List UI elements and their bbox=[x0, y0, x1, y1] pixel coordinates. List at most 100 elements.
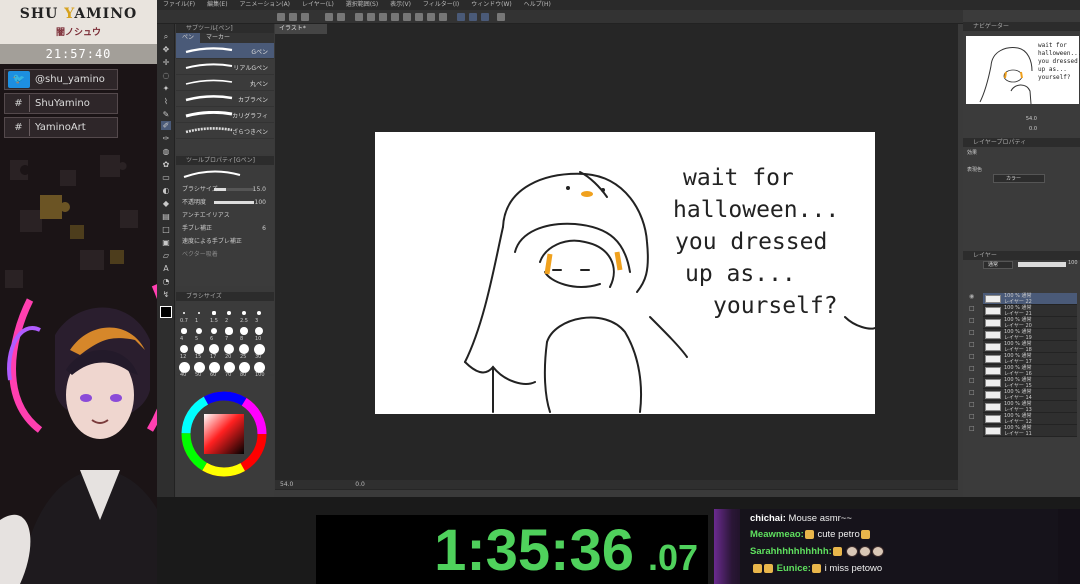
brush-size-dot[interactable] bbox=[256, 310, 262, 316]
ruler-tool-icon[interactable]: ▱ bbox=[161, 251, 171, 260]
snap-ruler-icon[interactable] bbox=[457, 13, 465, 21]
layer-visibility-icon[interactable]: □ bbox=[969, 425, 977, 437]
layer-row[interactable]: 100 % 通常 レイヤー 13 bbox=[983, 401, 1077, 413]
frame-tool-icon[interactable]: ▣ bbox=[161, 238, 171, 247]
layer-visibility-icon[interactable]: □ bbox=[969, 377, 977, 389]
hand-tool-icon[interactable]: ✥ bbox=[161, 45, 171, 54]
layer-visibility-icon[interactable]: □ bbox=[969, 341, 977, 353]
save-icon[interactable] bbox=[301, 13, 309, 21]
brush-size-dot[interactable] bbox=[223, 361, 235, 373]
blend-mode-select[interactable]: 通常 bbox=[983, 261, 1013, 269]
rotation-readout[interactable]: 0.0 bbox=[355, 481, 365, 488]
layer-row[interactable]: 100 % 通常 レイヤー 14 bbox=[983, 389, 1077, 401]
layer-visibility-icon[interactable]: □ bbox=[969, 413, 977, 425]
layer-visibility-icon[interactable]: □ bbox=[969, 353, 977, 365]
brush-size-dot[interactable] bbox=[209, 344, 219, 354]
settings-icon[interactable] bbox=[497, 13, 505, 21]
brush-size-dot[interactable] bbox=[178, 361, 190, 373]
brush-size-dot[interactable] bbox=[223, 343, 235, 355]
layer-visibility-icon[interactable]: □ bbox=[969, 329, 977, 341]
correct-line-tool-icon[interactable]: ↯ bbox=[161, 290, 171, 299]
layer-visibility-icon[interactable]: □ bbox=[969, 401, 977, 413]
vector-snap-row[interactable]: ベクター吸着 bbox=[176, 248, 274, 261]
layer-row[interactable]: 100 % 通常 レイヤー 11 bbox=[983, 425, 1077, 437]
brush-item[interactable]: カブラペン bbox=[176, 91, 274, 107]
antialias-row[interactable]: アンチエイリアス bbox=[176, 209, 274, 222]
crop-icon[interactable] bbox=[403, 13, 411, 21]
brush-size-dot[interactable] bbox=[181, 328, 187, 334]
layer-row[interactable]: 100 % 通常 レイヤー 16 bbox=[983, 365, 1077, 377]
snap-grid-icon[interactable] bbox=[469, 13, 477, 21]
brush-size-dot[interactable] bbox=[197, 311, 201, 315]
pen-tool-icon[interactable]: ✎ bbox=[161, 110, 171, 119]
nav-rotation-readout[interactable]: 0.0 bbox=[1029, 126, 1037, 132]
eraser-tool-icon[interactable]: ▭ bbox=[161, 173, 171, 182]
brush-size-dot[interactable] bbox=[240, 327, 248, 335]
clear-icon[interactable] bbox=[355, 13, 363, 21]
brush-size-dot[interactable] bbox=[196, 328, 202, 334]
layer-row[interactable]: 100 % 通常 レイヤー 19 bbox=[983, 329, 1077, 341]
stabilization-row[interactable]: 手ブレ補正 6 bbox=[176, 222, 274, 235]
brush-item[interactable]: Gペン bbox=[176, 43, 274, 59]
main-color-swatch[interactable] bbox=[160, 306, 172, 318]
wand-tool-icon[interactable]: ✦ bbox=[161, 84, 171, 93]
invert-icon[interactable] bbox=[415, 13, 423, 21]
brush-size-slider[interactable] bbox=[214, 188, 254, 191]
zoom-tool-icon[interactable]: ⌕ bbox=[161, 32, 171, 41]
open-icon[interactable] bbox=[289, 13, 297, 21]
brush-size-dot[interactable] bbox=[238, 343, 250, 355]
layer-visibility-icon[interactable]: □ bbox=[969, 389, 977, 401]
opacity-row[interactable]: 不透明度 100 bbox=[176, 196, 274, 209]
brush-size-dot[interactable] bbox=[253, 343, 265, 355]
brush-item[interactable]: 丸ペン bbox=[176, 75, 274, 91]
brush-size-dot[interactable] bbox=[193, 361, 205, 373]
shrink-icon[interactable] bbox=[439, 13, 447, 21]
deselect-icon[interactable] bbox=[391, 13, 399, 21]
layer-opacity-slider[interactable] bbox=[1018, 262, 1066, 267]
brush-size-dot[interactable] bbox=[225, 327, 233, 335]
layer-row[interactable]: 100 % 通常 レイヤー 17 bbox=[983, 353, 1077, 365]
brush-item[interactable]: ざらつきペン bbox=[176, 123, 274, 139]
layer-visibility-icon[interactable]: □ bbox=[969, 305, 977, 317]
tab-pen[interactable]: ペン bbox=[176, 33, 201, 43]
tab-marker[interactable]: マーカー bbox=[200, 33, 236, 43]
menu-animation[interactable]: アニメーション(A) bbox=[239, 1, 290, 8]
menu-layer[interactable]: レイヤー(L) bbox=[302, 1, 334, 8]
move-tool-icon[interactable]: ✛ bbox=[161, 58, 171, 67]
undo-icon[interactable] bbox=[325, 13, 333, 21]
brush-size-dot[interactable] bbox=[227, 311, 231, 315]
brush-item[interactable]: カリグラフィ bbox=[176, 107, 274, 123]
layer-row[interactable]: 100 % 通常 レイヤー 18 bbox=[983, 341, 1077, 353]
menu-edit[interactable]: 編集(E) bbox=[207, 1, 227, 8]
decoration-tool-icon[interactable]: ✿ bbox=[161, 160, 171, 169]
opacity-slider[interactable] bbox=[214, 201, 254, 204]
snap-special-icon[interactable] bbox=[481, 13, 489, 21]
brush-size-dot[interactable] bbox=[212, 311, 216, 315]
blend-tool-icon[interactable]: ◐ bbox=[161, 186, 171, 195]
brush-tool-icon[interactable]: ✑ bbox=[161, 134, 171, 143]
transform-icon[interactable] bbox=[379, 13, 387, 21]
zoom-readout[interactable]: 54.0 bbox=[280, 481, 293, 488]
nav-zoom-readout[interactable]: 54.0 bbox=[1026, 116, 1037, 122]
menu-window[interactable]: ウィンドウ(W) bbox=[471, 1, 512, 8]
menu-file[interactable]: ファイル(F) bbox=[163, 1, 195, 8]
figure-tool-icon[interactable]: □ bbox=[161, 225, 171, 234]
layer-row[interactable]: 100 % 通常 レイヤー 12 bbox=[983, 413, 1077, 425]
new-file-icon[interactable] bbox=[277, 13, 285, 21]
brush-size-dot[interactable] bbox=[194, 344, 204, 354]
menu-view[interactable]: 表示(V) bbox=[390, 1, 411, 8]
brush-size-dot[interactable] bbox=[254, 326, 264, 336]
brush-size-dot[interactable] bbox=[208, 361, 220, 373]
brush-item[interactable]: リアルGペン bbox=[176, 59, 274, 75]
brush-size-dot[interactable] bbox=[179, 344, 189, 354]
brush-size-row[interactable]: ブラシサイズ 15.0 bbox=[176, 183, 274, 196]
layer-row[interactable]: 100 % 通常 レイヤー 22 bbox=[983, 293, 1077, 305]
color-expression-select[interactable]: カラー bbox=[993, 174, 1045, 183]
brush-size-dot[interactable] bbox=[241, 310, 247, 316]
fill-tool-icon[interactable]: ◆ bbox=[161, 199, 171, 208]
drawing-canvas[interactable]: wait for halloween... you dressed up as.… bbox=[375, 132, 875, 414]
navigator-preview[interactable]: wait for halloween... you dressed up as.… bbox=[966, 36, 1080, 105]
redo-icon[interactable] bbox=[337, 13, 345, 21]
layer-row[interactable]: 100 % 通常 レイヤー 21 bbox=[983, 305, 1077, 317]
brush-size-dot[interactable] bbox=[253, 361, 265, 373]
